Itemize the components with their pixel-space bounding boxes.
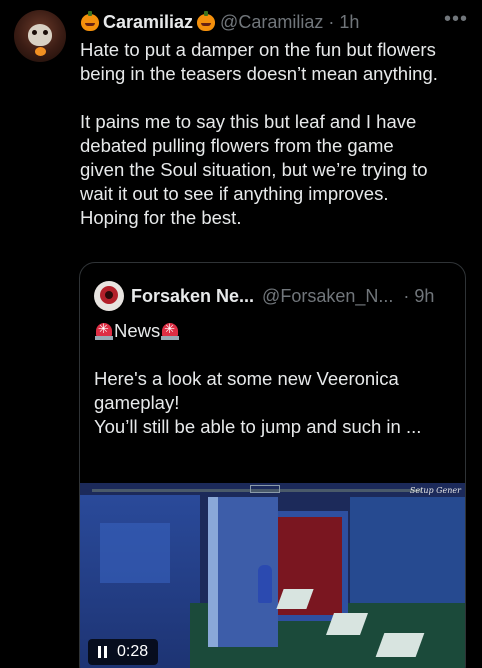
quoted-author-handle: @Forsaken_N... [262, 285, 394, 306]
quoted-author-avatar [94, 281, 124, 311]
news-label: News [114, 320, 161, 341]
video-objective-text: Setup Gener [409, 486, 461, 495]
quoted-author-name: Forsaken Ne... [131, 285, 255, 306]
quoted-tweet-time: · 9h [403, 285, 435, 306]
tweet-header: Caramiliaz @Caramiliaz · 1h [80, 10, 359, 34]
avatar-pumpkin [35, 47, 46, 56]
video-hud-box [250, 485, 280, 493]
video-character [258, 565, 272, 603]
tweet-text: Hate to put a damper on the fun but flow… [80, 38, 472, 230]
author-handle[interactable]: @Caramiliaz [220, 12, 323, 33]
video-duration: 0:28 [117, 643, 149, 660]
more-options-icon[interactable]: ••• [444, 8, 468, 31]
siren-icon [160, 321, 180, 341]
quoted-body-line: Here's a look at some new Veeronica [94, 368, 399, 389]
avatar-eye [32, 30, 37, 35]
pause-button[interactable]: 0:28 [88, 639, 159, 665]
video-scene [100, 523, 170, 583]
quoted-tweet[interactable]: Forsaken Ne... @Forsaken_N... · 9h News … [79, 262, 466, 668]
quoted-tweet-header: Forsaken Ne... @Forsaken_N... · 9h [94, 281, 434, 311]
pause-icon [98, 646, 107, 658]
siren-icon [94, 321, 114, 341]
quoted-tweet-text: News Here's a look at some new Veeronica… [94, 319, 454, 439]
news-line: News [94, 319, 454, 343]
avatar-face [28, 24, 52, 46]
quoted-body-line: You’ll still be able to jump and such in… [94, 416, 422, 437]
avatar-eye [43, 30, 48, 35]
tweet-time[interactable]: · 1h [328, 12, 359, 33]
pumpkin-icon [197, 10, 216, 31]
tweet-paragraph: Hate to put a damper on the fun but flow… [80, 39, 438, 84]
video-player[interactable]: Setup Gener 0:28 [80, 483, 465, 668]
tweet-paragraph: It pains me to say this but leaf and I h… [80, 111, 428, 228]
pumpkin-icon [81, 10, 99, 31]
author-name[interactable]: Caramiliaz [103, 12, 193, 33]
quoted-body-line: gameplay! [94, 392, 180, 413]
author-avatar[interactable] [14, 10, 66, 62]
